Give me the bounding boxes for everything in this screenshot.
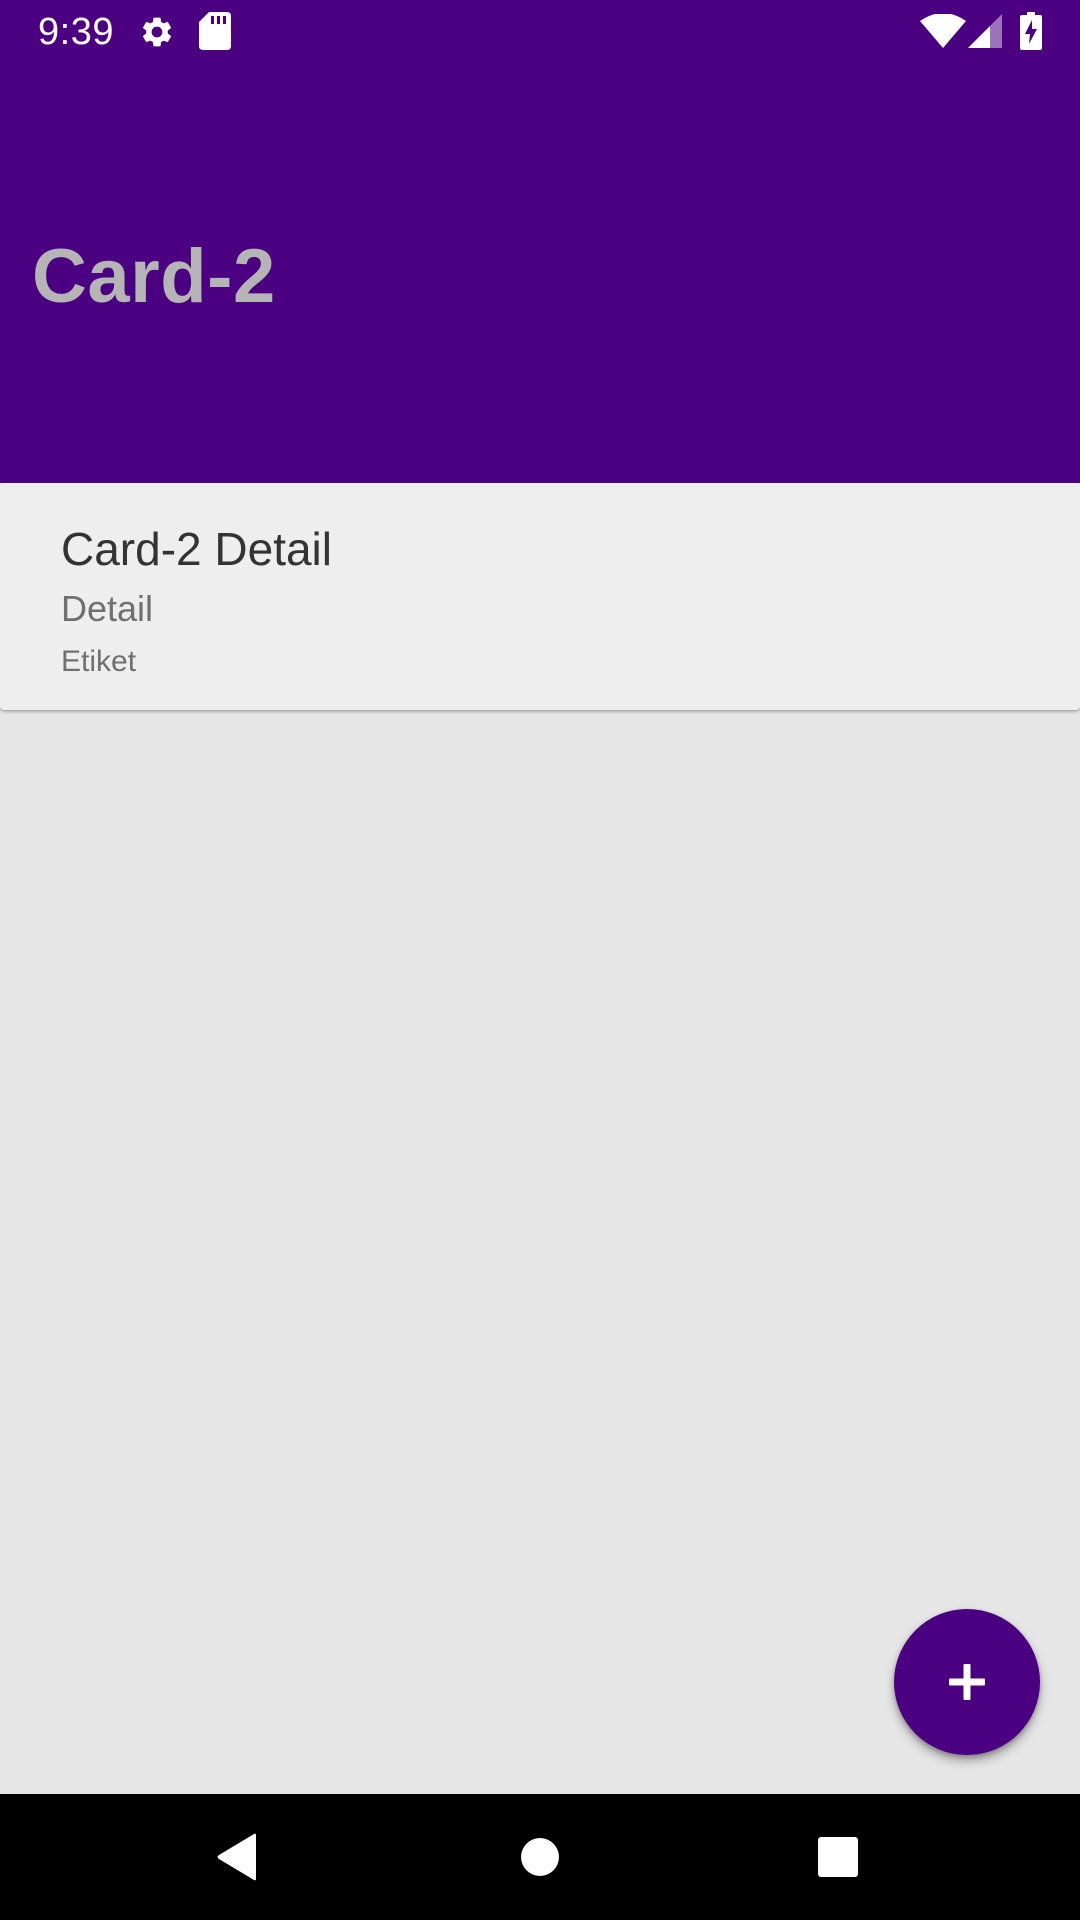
recents-button[interactable] — [798, 1817, 878, 1897]
status-time: 9:39 — [38, 11, 114, 53]
cell-signal-icon — [968, 14, 1002, 48]
card-label: Etiket — [61, 645, 137, 678]
card-subtitle: Detail — [61, 588, 154, 629]
add-button[interactable] — [894, 1609, 1040, 1755]
battery-charging-icon — [1020, 12, 1042, 50]
back-button[interactable] — [198, 1817, 278, 1897]
status-bar: 9:39 — [0, 0, 1080, 63]
plus-icon — [949, 1664, 985, 1700]
navigation-bar — [0, 1794, 1080, 1920]
sd-card-icon — [199, 12, 231, 50]
gear-icon — [142, 17, 172, 47]
card-title: Card-2 Detail — [61, 523, 332, 575]
wifi-icon — [920, 14, 966, 48]
home-icon — [521, 1838, 559, 1876]
screen: 9:39 Card-2 Card-2 Detail Detail Etiket — [0, 0, 1080, 1920]
recents-icon — [818, 1837, 858, 1877]
detail-card[interactable]: Card-2 Detail Detail Etiket — [0, 483, 1080, 710]
app-bar: 9:39 Card-2 — [0, 0, 1080, 483]
page-title: Card-2 — [32, 234, 276, 319]
back-icon — [217, 1833, 256, 1881]
home-button[interactable] — [500, 1817, 580, 1897]
